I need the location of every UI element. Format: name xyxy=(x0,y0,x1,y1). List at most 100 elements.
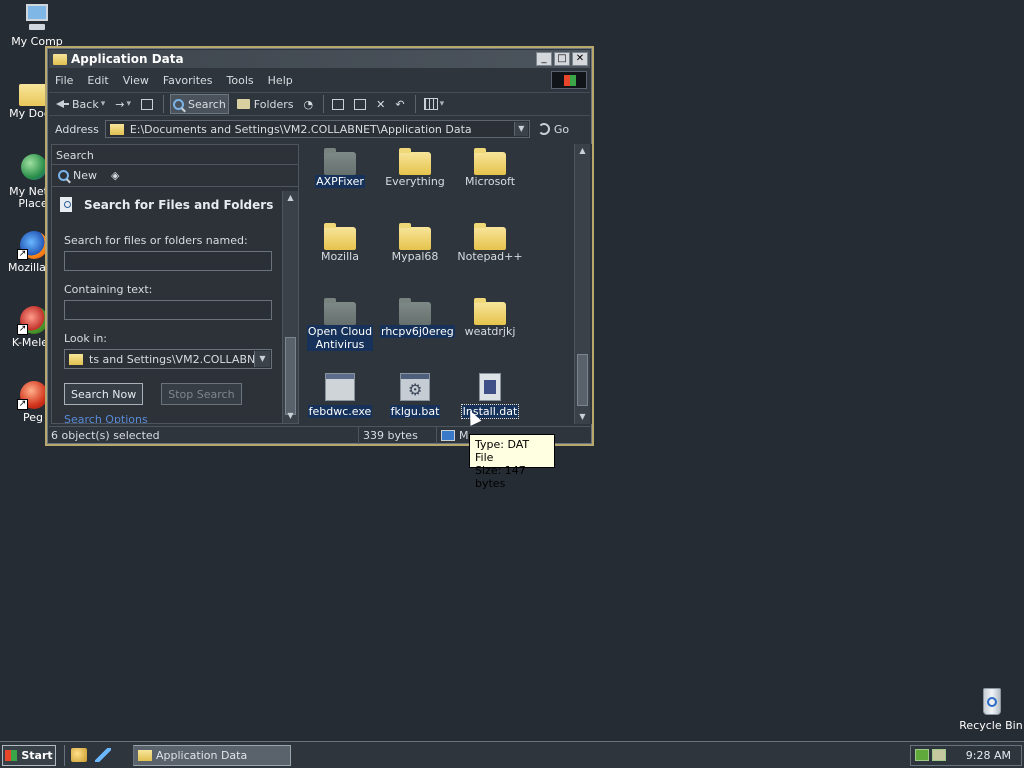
status-selected: 6 object(s) selected xyxy=(49,427,359,444)
forward-button[interactable]: → ▾ xyxy=(113,94,133,114)
file-label: Everything xyxy=(385,175,445,188)
forward-arrow-icon: → xyxy=(115,97,125,111)
new-search-button[interactable]: New xyxy=(58,169,97,182)
scroll-thumb[interactable] xyxy=(577,354,588,406)
search-button[interactable]: Search xyxy=(170,94,229,114)
folders-icon xyxy=(236,99,250,109)
search-companion-icon[interactable]: ◈ xyxy=(111,169,119,182)
desktop-icon-recycle-bin[interactable]: Recycle Bin xyxy=(956,686,1024,732)
title-bar[interactable]: Application Data _ □ ✕ xyxy=(49,50,590,68)
history-button[interactable]: ◔ xyxy=(302,94,316,114)
folder-icon xyxy=(324,148,356,175)
undo-button[interactable]: ↶ xyxy=(393,94,406,114)
close-button[interactable]: ✕ xyxy=(572,52,588,66)
menu-file[interactable]: File xyxy=(55,74,73,87)
file-item[interactable]: Everything xyxy=(380,148,450,188)
scroll-up-icon[interactable]: ▲ xyxy=(575,144,590,158)
delete-icon: ✕ xyxy=(376,97,386,111)
tooltip-size: Size: 147 bytes xyxy=(475,464,526,490)
clock[interactable]: 9:28 AM xyxy=(966,749,1011,762)
file-label: rhcpv6j0ereg xyxy=(380,325,455,338)
show-desktop-icon[interactable] xyxy=(71,748,87,762)
scroll-up-icon[interactable]: ▲ xyxy=(283,191,298,205)
chevron-down-icon: ▾ xyxy=(100,99,106,109)
file-label: AXPFixer xyxy=(315,175,365,188)
file-item[interactable]: Open Cloud Antivirus xyxy=(305,298,375,351)
search-icon xyxy=(58,170,69,181)
views-button[interactable]: ▾ xyxy=(422,94,447,114)
file-item[interactable]: Install.dat xyxy=(455,373,525,419)
search-heading: Search for Files and Folders xyxy=(52,191,282,218)
search-options-link[interactable]: Search Options xyxy=(52,413,282,423)
stop-search-button[interactable]: Stop Search xyxy=(161,383,242,405)
file-item[interactable]: rhcpv6j0ereg xyxy=(380,298,455,338)
address-dropdown-button[interactable]: ▼ xyxy=(513,122,528,136)
start-button[interactable]: Start xyxy=(2,744,56,766)
folder-icon xyxy=(399,298,431,325)
copy-to-button[interactable] xyxy=(352,94,368,114)
folder-icon xyxy=(399,223,431,250)
volume-tray-icon[interactable] xyxy=(932,749,946,761)
search-label: Search xyxy=(188,97,226,111)
move-to-button[interactable] xyxy=(330,94,346,114)
search-named-input[interactable] xyxy=(64,251,272,271)
up-folder-icon xyxy=(141,98,153,110)
folders-label: Folders xyxy=(253,97,294,111)
delete-button[interactable]: ✕ xyxy=(374,94,387,114)
folder-icon xyxy=(324,223,356,250)
file-label: weatdrjkj xyxy=(464,325,516,338)
file-item[interactable]: Microsoft xyxy=(455,148,525,188)
look-in-select[interactable]: ts and Settings\VM2.COLLABNET ▼ xyxy=(64,349,272,369)
files-scrollbar[interactable]: ▲ ▼ xyxy=(574,144,590,424)
folder-icon xyxy=(474,148,506,175)
explorer-window: Application Data _ □ ✕ File Edit View Fa… xyxy=(45,46,594,446)
taskbar-button-application-data[interactable]: Application Data xyxy=(133,744,291,766)
back-arrow-icon xyxy=(55,97,69,111)
file-item[interactable]: fklgu.bat xyxy=(380,373,450,418)
look-in-label: Look in: xyxy=(64,332,107,345)
back-button[interactable]: Back ▾ xyxy=(53,94,107,114)
address-input[interactable]: E:\Documents and Settings\VM2.COLLABNET\… xyxy=(104,120,530,138)
toolbar: Back ▾ → ▾ Search Folders ◔ ✕ ↶ ▾ xyxy=(49,92,590,116)
network-tray-icon[interactable] xyxy=(915,749,929,761)
minimize-button[interactable]: _ xyxy=(536,52,552,66)
file-item[interactable]: febdwc.exe xyxy=(305,373,375,418)
file-item[interactable]: weatdrjkj xyxy=(455,298,525,338)
menu-edit[interactable]: Edit xyxy=(87,74,108,87)
copy-to-icon xyxy=(354,98,367,110)
menu-view[interactable]: View xyxy=(123,74,149,87)
file-item[interactable]: Mypal68 xyxy=(380,223,450,263)
file-item[interactable]: AXPFixer xyxy=(305,148,375,188)
menu-tools[interactable]: Tools xyxy=(227,74,254,87)
address-value: E:\Documents and Settings\VM2.COLLABNET\… xyxy=(129,122,472,136)
folders-button[interactable]: Folders xyxy=(235,94,296,114)
scroll-down-icon[interactable]: ▼ xyxy=(283,409,298,423)
search-pane-scrollbar[interactable]: ▲ ▼ xyxy=(282,191,298,423)
menu-bar: File Edit View Favorites Tools Help xyxy=(49,70,590,90)
search-pane: Search New ◈ Search for Files and Folder… xyxy=(51,144,299,424)
up-folder-button[interactable] xyxy=(139,94,155,114)
quick-launch-app-icon[interactable] xyxy=(95,748,111,762)
folder-icon xyxy=(474,223,506,250)
containing-text-input[interactable] xyxy=(64,300,272,320)
move-to-icon xyxy=(332,98,345,110)
file-item[interactable]: Notepad++ xyxy=(455,223,525,263)
chevron-down-icon[interactable]: ▼ xyxy=(254,351,270,367)
scroll-down-icon[interactable]: ▼ xyxy=(575,410,590,424)
chevron-down-icon: ▾ xyxy=(439,99,445,109)
menu-favorites[interactable]: Favorites xyxy=(163,74,213,87)
file-item[interactable]: Mozilla xyxy=(305,223,375,263)
toolbar-separator xyxy=(414,95,416,113)
go-arrow-icon xyxy=(537,123,550,135)
desktop-icon-my-computer[interactable]: My Comp xyxy=(2,2,72,48)
folder-icon xyxy=(53,53,67,65)
search-icon xyxy=(173,98,184,110)
search-buttons: Search Now Stop Search xyxy=(64,383,282,405)
search-now-button[interactable]: Search Now xyxy=(64,383,144,405)
menu-help[interactable]: Help xyxy=(268,74,293,87)
scroll-thumb[interactable] xyxy=(285,337,296,415)
maximize-button[interactable]: □ xyxy=(554,52,570,66)
go-button[interactable]: Go xyxy=(537,123,569,136)
folder-icon xyxy=(324,298,356,325)
file-label: Notepad++ xyxy=(457,250,523,263)
